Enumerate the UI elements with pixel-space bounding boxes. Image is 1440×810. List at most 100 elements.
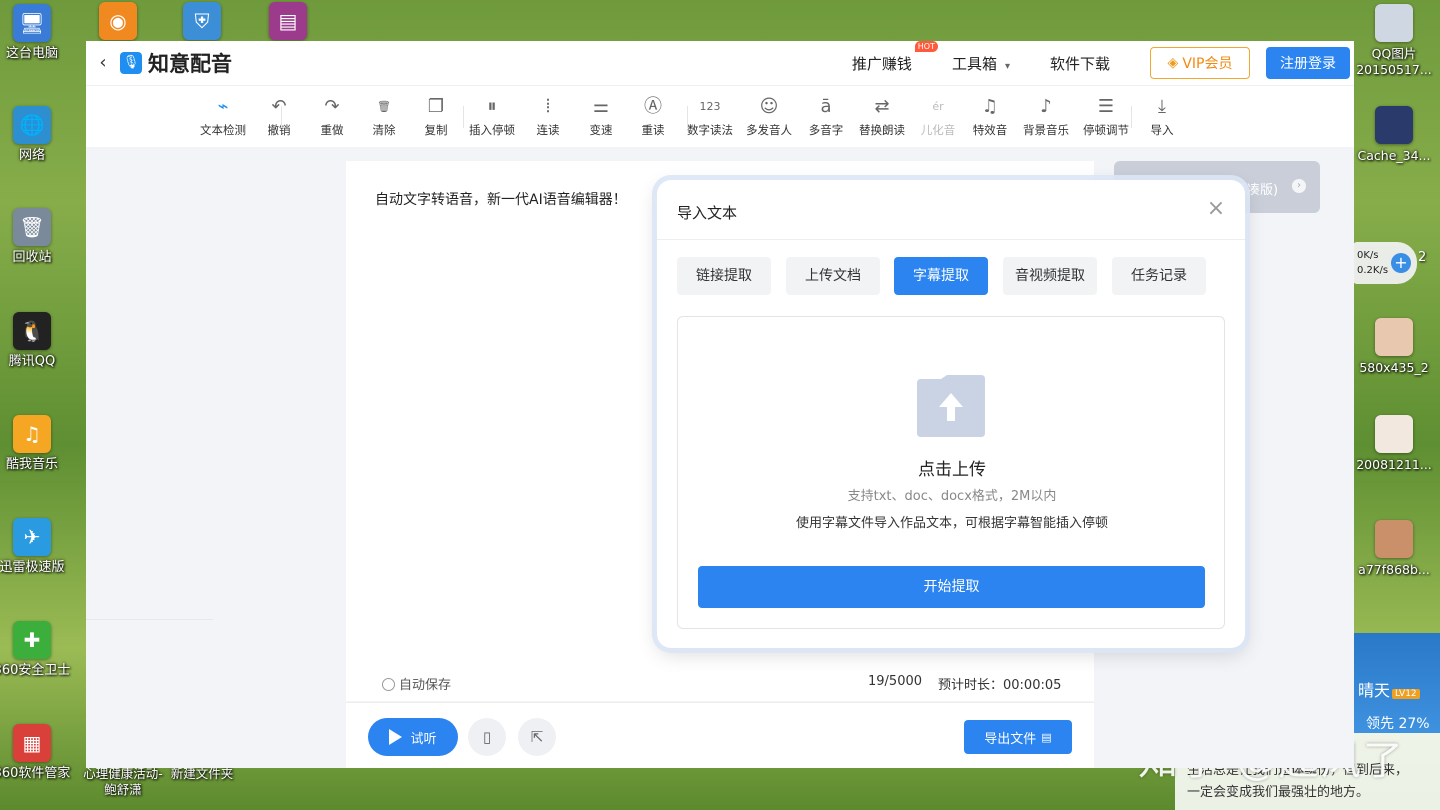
desktop-icon-360-security[interactable]: ✚ 360安全卫士 xyxy=(0,621,72,679)
bgm-icon: ♪ xyxy=(1040,96,1052,117)
share-button[interactable]: ⇱ xyxy=(518,718,556,756)
desktop-icon-label: QQ图片20150517... xyxy=(1356,46,1432,77)
toolbar-link-read-button[interactable]: ⦙ 连读 xyxy=(518,94,578,138)
toolbar-label: 文本检测 xyxy=(200,123,246,137)
tab-av-extract[interactable]: 音视频提取 xyxy=(1003,257,1097,295)
desktop-icon-image-5[interactable]: a77f868b... xyxy=(1352,520,1436,578)
download-link[interactable]: 软件下载 xyxy=(1050,53,1110,74)
desktop-icon-label: 这台电脑 xyxy=(5,46,58,61)
qq-icon: 🐧 xyxy=(13,312,51,350)
promote-link[interactable]: 推广赚钱 HOT xyxy=(852,40,938,74)
toolbar-text-check-button[interactable]: ⌁ 文本检测 xyxy=(193,94,253,138)
desktop-icon-xunlei[interactable]: ✈ 迅雷极速版 xyxy=(0,518,72,576)
vip-button[interactable]: ◈ VIP会员 xyxy=(1150,47,1250,79)
toolbar-redo-button[interactable]: ↷ 重做 xyxy=(302,94,362,138)
toolbar-number-button[interactable]: 123 数字读法 xyxy=(680,94,740,138)
rss-icon: ◉ xyxy=(99,2,137,40)
mobile-preview-button[interactable]: ▯ xyxy=(468,718,506,756)
toolbar-pause-button[interactable]: ⏸ 插入停顿 xyxy=(462,94,522,138)
login-label: 注册登录 xyxy=(1280,56,1336,72)
toolbar-label: 变速 xyxy=(589,123,613,137)
upload-folder-icon xyxy=(917,375,985,437)
speakers-icon: ☺ xyxy=(759,96,779,117)
winrar-icon: ▤ xyxy=(269,2,307,40)
toolbar-copy-button[interactable]: ❐ 复制 xyxy=(406,94,466,138)
toolbar-trash-button[interactable]: 🗑 清除 xyxy=(354,94,414,138)
desktop-icon-image-2[interactable]: Cache_34... xyxy=(1352,106,1436,164)
toolbar-sound-effect-button[interactable]: ♫ 特效音 xyxy=(960,94,1020,138)
desktop-icon-360-software[interactable]: ▦ 360软件管家 xyxy=(0,724,72,782)
login-button[interactable]: 注册登录 xyxy=(1266,47,1350,79)
chevron-down-icon: ▾ xyxy=(1004,60,1010,72)
desktop-icon-image-3[interactable]: 580x435_2 xyxy=(1352,318,1436,376)
trash-icon: 🗑 xyxy=(377,100,391,113)
toolbar-label: 停顿调节 xyxy=(1083,123,1129,137)
desktop-icon-image-4[interactable]: 20081211... xyxy=(1352,415,1436,473)
desktop-icon-folder-2[interactable]: 新建文件夹 xyxy=(162,766,242,782)
toolbar-label: 导入 xyxy=(1150,123,1174,137)
toolbar-bgm-button[interactable]: ♪ 背景音乐 xyxy=(1016,94,1076,138)
close-button[interactable]: × xyxy=(1205,198,1227,220)
app-brand: 知意配音 xyxy=(148,52,232,76)
desktop-icon-shield[interactable]: ⛨ xyxy=(162,2,242,44)
desktop-icon-rss[interactable]: ◉ xyxy=(78,2,158,44)
toolbar-label: 重做 xyxy=(320,123,344,137)
plus-icon[interactable]: + xyxy=(1391,253,1411,273)
toolbar-erhua-button[interactable]: ér 儿化音 xyxy=(908,94,968,138)
tab-task-record[interactable]: 任务记录 xyxy=(1112,257,1206,295)
upload-title: 点击上传 xyxy=(918,460,986,480)
network-speed-widget[interactable]: 0K/s 0.2K/s + xyxy=(1353,242,1417,284)
modal-title: 导入文本 xyxy=(677,204,738,222)
back-button[interactable]: ‹ xyxy=(92,52,114,74)
toolbar-label: 复制 xyxy=(424,123,448,137)
toolbar-stress-button[interactable]: Ⓐ 重读 xyxy=(623,94,683,138)
tab-upload-doc[interactable]: 上传文档 xyxy=(786,257,880,295)
desktop-icon-winrar[interactable]: ▤ xyxy=(248,2,328,44)
desktop-icon-recycle-bin[interactable]: 🗑 回收站 xyxy=(0,208,72,266)
toolbar-import-button[interactable]: ⤓ 导入 xyxy=(1132,94,1192,138)
tab-subtitle-extract[interactable]: 字幕提取 xyxy=(894,257,988,295)
toolbar-label: 儿化音 xyxy=(920,123,956,137)
toolbar-divider xyxy=(1131,106,1132,128)
toolbar-speakers-button[interactable]: ☺ 多发音人 xyxy=(739,94,799,138)
preview-play-button[interactable]: 试听 xyxy=(368,718,458,756)
image-icon xyxy=(1375,520,1413,558)
chevron-right-icon: › xyxy=(1292,179,1306,193)
speed-icon: ⚌ xyxy=(592,96,610,117)
recycle-bin-icon: 🗑 xyxy=(13,208,51,246)
desktop-icon-image-1[interactable]: QQ图片20150517... xyxy=(1352,4,1436,78)
replace-icon: ⇄ xyxy=(874,96,890,117)
upload-area[interactable]: 点击上传 支持txt、doc、docx格式，2M以内 使用字幕文件导入作品文本，… xyxy=(677,316,1225,629)
export-label: 导出文件 xyxy=(984,731,1037,747)
desktop-icon-label: 迅雷极速版 xyxy=(0,560,65,575)
toolbar-pause-adjust-button[interactable]: ☰ 停顿调节 xyxy=(1076,94,1136,138)
desktop-icon-kuwo[interactable]: ♫ 酷我音乐 xyxy=(0,415,72,473)
desktop-icon-qq[interactable]: 🐧 腾讯QQ xyxy=(0,312,72,370)
desktop-icon-label: a77f868b... xyxy=(1358,562,1430,577)
toolbar-divider xyxy=(687,106,688,128)
desktop-icon-label: 心理健康活动-鲍舒潇 xyxy=(83,766,163,797)
toolbar-undo-button[interactable]: ↶ 撤销 xyxy=(249,94,309,138)
toolbar-replace-button[interactable]: ⇄ 替换朗读 xyxy=(852,94,912,138)
redo-icon: ↷ xyxy=(324,96,340,117)
tab-link-extract[interactable]: 链接提取 xyxy=(677,257,771,295)
image-icon xyxy=(1375,415,1413,453)
weather-widget[interactable]: 晴天 LV12 领先 27% xyxy=(1354,633,1440,733)
toolbox-menu[interactable]: 工具箱 ▾ xyxy=(952,53,1010,74)
desktop-icon-folder-1[interactable]: 心理健康活动-鲍舒潇 xyxy=(78,766,163,798)
start-extract-button[interactable]: 开始提取 xyxy=(698,566,1205,608)
export-file-button[interactable]: 导出文件 ▤ xyxy=(964,720,1072,754)
undo-icon: ↶ xyxy=(271,96,287,117)
desktop-icon-this-pc[interactable]: 🖥 这台电脑 xyxy=(0,4,72,62)
chevron-left-icon: ‹ xyxy=(99,52,107,73)
toolbar-speed-button[interactable]: ⚌ 变速 xyxy=(571,94,631,138)
file-icon: ▤ xyxy=(1041,730,1052,744)
toolbar-polyphone-button[interactable]: ā 多音字 xyxy=(796,94,856,138)
computer-icon: 🖥 xyxy=(13,4,51,42)
editor-text[interactable]: 自动文字转语音，新一代AI语音编辑器！ xyxy=(375,189,627,209)
sound-effect-icon: ♫ xyxy=(981,96,999,117)
desktop-icon-label: 2 xyxy=(1418,250,1427,265)
360-software-icon: ▦ xyxy=(13,724,51,762)
desktop-icon-network[interactable]: 🌐 网络 xyxy=(0,106,72,164)
desktop-icon-label: 新建文件夹 xyxy=(170,766,234,781)
